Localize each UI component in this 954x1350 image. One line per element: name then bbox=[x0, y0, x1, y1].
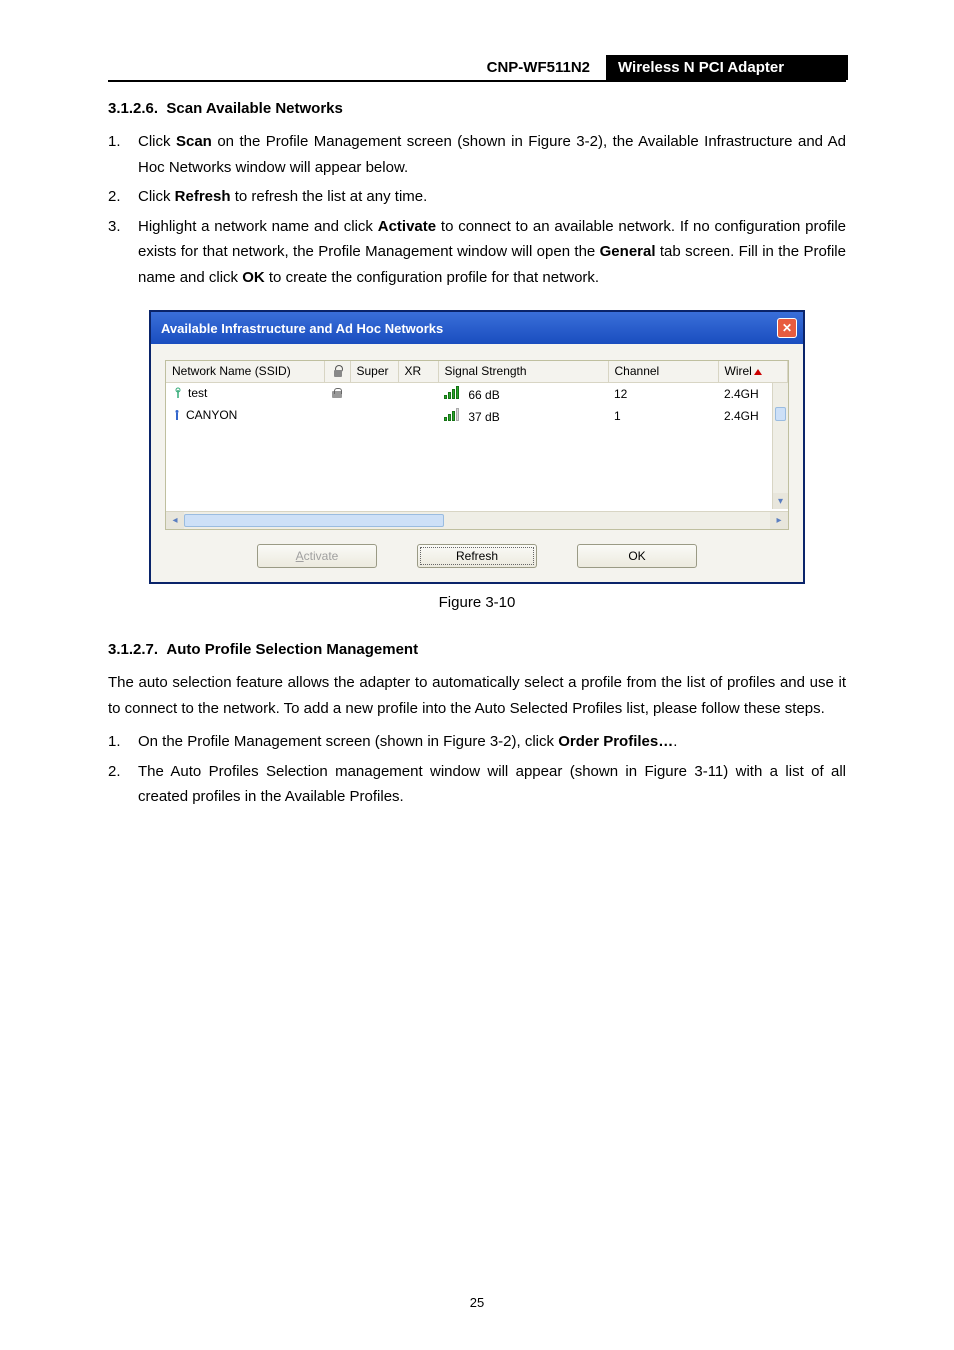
step-2-pre: Click bbox=[138, 188, 175, 205]
step-1-pre: On the Profile Management screen (shown … bbox=[138, 733, 558, 750]
col-super[interactable]: Super bbox=[350, 361, 398, 382]
scroll-thumb[interactable] bbox=[775, 407, 786, 421]
header-spacer bbox=[108, 55, 406, 80]
signal-bars-icon bbox=[444, 408, 459, 421]
scroll-left-icon[interactable]: ◂ bbox=[166, 512, 184, 529]
col-security[interactable] bbox=[324, 361, 350, 382]
step-2: The Auto Profiles Selection management w… bbox=[108, 759, 846, 810]
horizontal-scrollbar[interactable]: ◂ ▸ bbox=[166, 511, 788, 529]
section-3126-heading: Scan Available Networks bbox=[166, 100, 342, 117]
step-2-bold: Refresh bbox=[175, 188, 231, 205]
channel-value: 12 bbox=[608, 382, 718, 405]
step-3: Highlight a network name and click Activ… bbox=[108, 214, 846, 291]
lock-icon bbox=[330, 388, 344, 398]
vertical-scrollbar[interactable]: ▾ bbox=[772, 383, 788, 509]
step-1: Click Scan on the Profile Management scr… bbox=[108, 129, 846, 180]
network-table: Network Name (SSID) Super XR Signal Stre… bbox=[166, 361, 788, 427]
signal-value: 37 dB bbox=[468, 410, 499, 424]
step-2-post: to refresh the list at any time. bbox=[231, 188, 428, 205]
col-wireless[interactable]: Wirel bbox=[718, 361, 788, 382]
section-3127-heading: Auto Profile Selection Management bbox=[166, 641, 418, 658]
scroll-down-icon[interactable]: ▾ bbox=[773, 493, 788, 509]
dialog-title: Available Infrastructure and Ad Hoc Netw… bbox=[161, 321, 777, 336]
available-networks-dialog: Available Infrastructure and Ad Hoc Netw… bbox=[149, 310, 805, 584]
table-row[interactable]: CANYON 37 dB 1 bbox=[166, 405, 788, 427]
step-3-b1: Activate bbox=[378, 218, 436, 235]
dialog-body: Network Name (SSID) Super XR Signal Stre… bbox=[151, 344, 803, 582]
step-3-post3: to create the configuration profile for … bbox=[265, 269, 599, 286]
sort-up-icon bbox=[754, 369, 762, 375]
page-number: 25 bbox=[0, 1295, 954, 1310]
section-3126-number: 3.1.2.6. bbox=[108, 100, 158, 117]
network-list[interactable]: Network Name (SSID) Super XR Signal Stre… bbox=[165, 360, 789, 530]
col-wireless-label: Wirel bbox=[725, 364, 752, 378]
close-button[interactable]: ✕ bbox=[777, 318, 797, 338]
ssid-text: test bbox=[188, 386, 207, 400]
signal-value: 66 dB bbox=[468, 388, 499, 402]
step-3-b3: OK bbox=[242, 269, 265, 286]
section-3127-number: 3.1.2.7. bbox=[108, 641, 158, 658]
table-row[interactable]: test 66 dB 12 bbox=[166, 382, 788, 405]
activate-button[interactable]: Activate bbox=[257, 544, 377, 568]
infrastructure-icon bbox=[172, 387, 184, 399]
step-1-bold: Scan bbox=[176, 133, 212, 150]
step-3-pre: Highlight a network name and click bbox=[138, 218, 378, 235]
signal-bars-icon bbox=[444, 386, 459, 399]
security-icon bbox=[331, 365, 345, 379]
activate-label: ctivate bbox=[304, 549, 339, 563]
dialog-button-row: Activate Refresh OK bbox=[165, 544, 789, 568]
step-1-pre: Click bbox=[138, 133, 176, 150]
step-1: On the Profile Management screen (shown … bbox=[108, 729, 846, 755]
table-header-row: Network Name (SSID) Super XR Signal Stre… bbox=[166, 361, 788, 382]
ssid-text: CANYON bbox=[186, 408, 237, 422]
step-2: Click Refresh to refresh the list at any… bbox=[108, 184, 846, 210]
ok-button[interactable]: OK bbox=[577, 544, 697, 568]
adhoc-icon bbox=[172, 409, 182, 421]
product-title: Wireless N PCI Adapter bbox=[606, 55, 846, 80]
section-3127-title: 3.1.2.7. Auto Profile Selection Manageme… bbox=[108, 641, 846, 658]
col-xr[interactable]: XR bbox=[398, 361, 438, 382]
section-3126-steps: Click Scan on the Profile Management scr… bbox=[108, 129, 846, 290]
scroll-thumb[interactable] bbox=[184, 514, 444, 527]
section-3126-title: 3.1.2.6. Scan Available Networks bbox=[108, 100, 846, 117]
dialog-titlebar[interactable]: Available Infrastructure and Ad Hoc Netw… bbox=[151, 312, 803, 344]
step-3-b2: General bbox=[600, 243, 656, 260]
col-signal[interactable]: Signal Strength bbox=[438, 361, 608, 382]
channel-value: 1 bbox=[608, 405, 718, 427]
page-header: CNP-WF511N2 Wireless N PCI Adapter bbox=[108, 55, 846, 82]
scroll-track[interactable] bbox=[184, 512, 770, 529]
refresh-button[interactable]: Refresh bbox=[417, 544, 537, 568]
product-model: CNP-WF511N2 bbox=[406, 55, 606, 80]
section-3127-steps: On the Profile Management screen (shown … bbox=[108, 729, 846, 810]
col-ssid[interactable]: Network Name (SSID) bbox=[166, 361, 324, 382]
step-1-post: on the Profile Management screen (shown … bbox=[138, 133, 846, 176]
section-3127-intro: The auto selection feature allows the ad… bbox=[108, 670, 846, 721]
step-1-post: . bbox=[673, 733, 677, 750]
close-icon: ✕ bbox=[782, 322, 792, 334]
scroll-right-icon[interactable]: ▸ bbox=[770, 512, 788, 529]
step-1-bold: Order Profiles… bbox=[558, 733, 673, 750]
step-2-pre: The Auto Profiles Selection management w… bbox=[138, 763, 846, 806]
col-channel[interactable]: Channel bbox=[608, 361, 718, 382]
figure-caption: Figure 3-10 bbox=[108, 594, 846, 611]
